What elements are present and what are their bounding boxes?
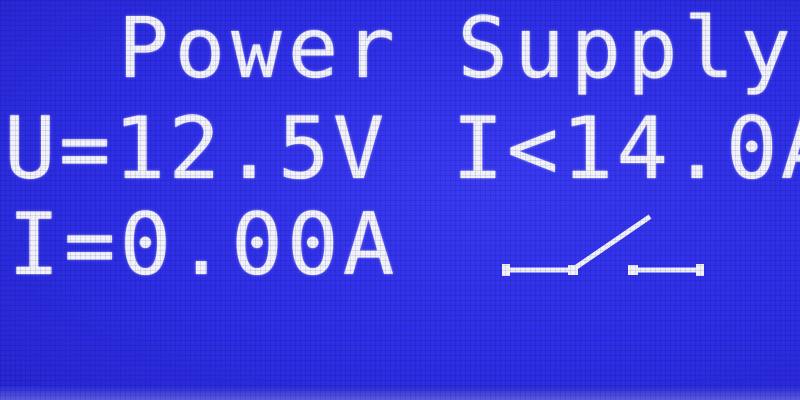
current-reading: I=0.00A: [8, 195, 399, 295]
display-bezel-edge: [0, 386, 800, 400]
switch-open-icon: [502, 214, 704, 276]
voltage-reading: U=12.5V: [4, 99, 388, 199]
current-limit-reading: I<14.0A: [452, 99, 800, 199]
lcd-display: Power Supply U=12.5V I<14.0A I=0.00A: [0, 0, 800, 400]
display-title: Power Supply: [118, 0, 797, 97]
